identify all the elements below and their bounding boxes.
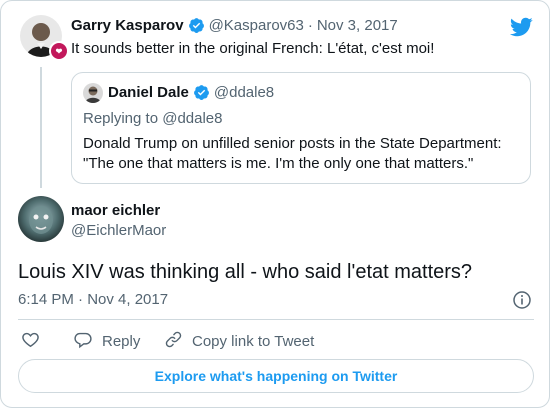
kasparov-header: Garry Kasparov @Kasparov63 · Nov 3, 2017 — [71, 17, 398, 34]
replying-to[interactable]: Replying to @ddale8 — [83, 110, 222, 127]
separator: · — [307, 17, 313, 34]
verified-badge-icon — [193, 84, 210, 101]
verified-badge-icon — [188, 17, 205, 34]
like-button[interactable] — [21, 330, 40, 353]
quoted-text-line-1: Donald Trump on unfilled senior posts in… — [83, 135, 502, 152]
copy-link-label: Copy link to Tweet — [192, 333, 315, 350]
info-icon[interactable] — [512, 290, 532, 310]
quoted-text-line-2: "The one that matters is me. I'm the onl… — [83, 155, 474, 172]
svg-text:❤: ❤ — [56, 47, 63, 56]
main-author-handle[interactable]: @EichlerMaor — [71, 222, 166, 239]
heart-icon — [21, 330, 40, 353]
quoted-author-handle[interactable]: @ddale8 — [214, 84, 274, 101]
author-name[interactable]: Garry Kasparov — [71, 17, 184, 34]
ddale-avatar[interactable] — [83, 83, 103, 103]
divider — [18, 319, 534, 320]
reply-label: Reply — [102, 333, 141, 350]
link-icon — [164, 330, 183, 353]
main-tweet-text: Louis XIV was thinking all - who said l'… — [18, 261, 473, 283]
thread-line — [40, 67, 42, 188]
tweet-timestamp[interactable]: 6:14 PM · Nov 4, 2017 — [18, 291, 168, 308]
reply-icon — [73, 330, 93, 353]
copy-link-button[interactable]: Copy link to Tweet — [164, 330, 314, 353]
profile-badge-icon: ❤ — [49, 41, 69, 61]
tweet-date[interactable]: Nov 3, 2017 — [317, 17, 398, 34]
explore-twitter-button[interactable]: Explore what's happening on Twitter — [18, 359, 534, 393]
explore-label: Explore what's happening on Twitter — [154, 368, 398, 384]
reply-button[interactable]: Reply — [73, 330, 140, 353]
ddale-header: Daniel Dale @ddale8 — [108, 84, 274, 101]
main-author-name[interactable]: maor eichler — [71, 202, 160, 219]
twitter-logo-icon[interactable] — [509, 15, 533, 39]
quoted-author-name[interactable]: Daniel Dale — [108, 84, 189, 101]
quoted-tweet[interactable]: Daniel Dale @ddale8 Replying to @ddale8 … — [71, 72, 531, 184]
eichler-avatar[interactable] — [18, 196, 64, 242]
kasparov-tweet-text: It sounds better in the original French:… — [71, 40, 435, 57]
author-handle[interactable]: @Kasparov63 — [209, 17, 304, 34]
tweet-embed-card: ❤ Garry Kasparov @Kasparov63 · Nov 3, 20… — [0, 0, 550, 408]
